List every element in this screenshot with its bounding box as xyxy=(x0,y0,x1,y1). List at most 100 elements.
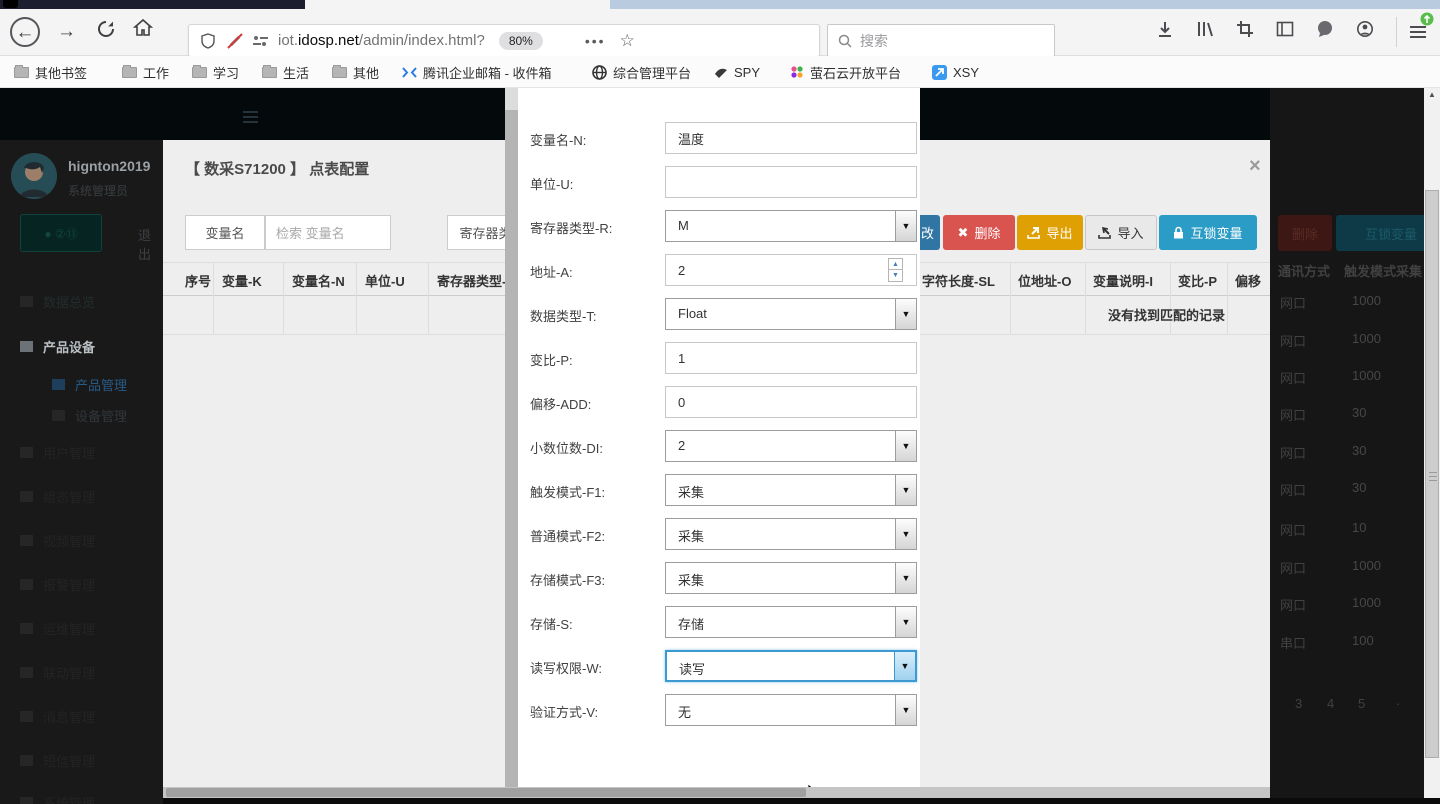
bookmark-mgmt-platform[interactable]: 综合管理平台 xyxy=(592,63,691,81)
chevron-down-icon[interactable]: ▼ xyxy=(895,563,916,593)
import-button[interactable]: 导入 xyxy=(1085,215,1157,250)
bg-delete-button[interactable]: 删除 xyxy=(1278,215,1332,251)
library-button[interactable] xyxy=(1196,20,1214,43)
sidebar-toggle-button[interactable] xyxy=(1276,20,1294,43)
chevron-down-icon[interactable]: ▼ xyxy=(895,519,916,549)
interlock-button[interactable]: 互锁变量 xyxy=(1159,215,1257,250)
menu-item-alarm-mgmt[interactable]: 报警管理 xyxy=(20,575,95,594)
profile-button[interactable]: ● ②⑬ xyxy=(20,214,102,252)
column-header[interactable]: 序号 xyxy=(185,263,211,297)
screenshot-button[interactable] xyxy=(1236,20,1254,43)
bookmark-ys7-open-platform[interactable]: 萤石云开放平台 xyxy=(790,63,901,81)
panel-scrollbar[interactable] xyxy=(505,88,518,804)
verify-mode-select[interactable]: 无▼ xyxy=(665,694,917,726)
pagination-page[interactable]: 4 xyxy=(1327,696,1334,711)
bookmark-star-icon[interactable]: ☆ xyxy=(620,31,635,51)
ratio-input[interactable] xyxy=(665,342,917,374)
home-button[interactable] xyxy=(133,18,153,43)
sidebar-collapse-button[interactable] xyxy=(243,108,258,126)
bookmark-tencent-mail[interactable]: 腾讯企业邮箱 - 收件箱 xyxy=(402,63,552,81)
pagination-page[interactable]: 3 xyxy=(1295,696,1302,711)
column-header[interactable]: 字符长度-SL xyxy=(922,263,995,297)
offset-input[interactable] xyxy=(665,386,917,418)
search-varname-input[interactable]: 检索 变量名 xyxy=(265,215,391,250)
storage-mode-select[interactable]: 采集▼ xyxy=(665,562,917,594)
menu-item-video-mgmt[interactable]: 视频管理 xyxy=(20,531,95,550)
column-header[interactable]: 变量说明-I xyxy=(1093,263,1153,297)
data-type-select[interactable]: Float▼ xyxy=(665,298,917,330)
reload-button[interactable] xyxy=(97,20,115,43)
normal-mode-select[interactable]: 采集▼ xyxy=(665,518,917,550)
logout-link[interactable]: 退出 xyxy=(138,225,163,263)
v-scroll-thumb[interactable] xyxy=(1425,190,1439,758)
spinner-up-icon[interactable]: ▲ xyxy=(889,259,902,270)
browser-scrollbar[interactable]: ▲ xyxy=(1424,88,1440,798)
menu-item-ops-mgmt[interactable]: 运维管理 xyxy=(20,619,95,638)
menu-item-device-mgmt[interactable]: 设备管理 xyxy=(52,406,127,425)
bookmark-folder-other-bookmarks[interactable]: 其他书签 xyxy=(14,63,87,81)
number-spinner[interactable]: ▲▼ xyxy=(888,258,903,282)
search-box[interactable]: 搜索 xyxy=(827,24,1055,57)
bookmark-spy[interactable]: SPY xyxy=(714,63,760,81)
menu-item-overview[interactable]: 数据总览 xyxy=(20,292,95,311)
bookmark-folder-misc[interactable]: 其他 xyxy=(332,63,379,81)
pagination-page[interactable]: 5 xyxy=(1358,696,1365,711)
downloads-button[interactable] xyxy=(1156,20,1174,43)
trigger-mode-select[interactable]: 采集▼ xyxy=(665,474,917,506)
bookmark-xsy[interactable]: XSY xyxy=(932,63,979,81)
menu-item-message-mgmt[interactable]: 消息管理 xyxy=(20,707,95,726)
column-header[interactable]: 变量名-N xyxy=(292,263,345,297)
unit-input[interactable] xyxy=(665,166,917,198)
bookmark-folder-study[interactable]: 学习 xyxy=(192,63,239,81)
bookmark-folder-life[interactable]: 生活 xyxy=(262,63,309,81)
column-header[interactable]: 偏移 xyxy=(1235,263,1261,297)
account-button[interactable] xyxy=(1356,20,1374,43)
storage-select[interactable]: 存储▼ xyxy=(665,606,917,638)
pocket-button[interactable] xyxy=(1316,20,1334,43)
panel-close-button[interactable]: × xyxy=(1249,156,1261,176)
menu-item-system-mgmt[interactable]: 系统管理 xyxy=(20,793,95,804)
address-input[interactable] xyxy=(665,254,917,286)
chevron-down-icon[interactable]: ▼ xyxy=(895,475,916,505)
zoom-badge[interactable]: 80% xyxy=(499,32,543,50)
column-header[interactable]: 变比-P xyxy=(1178,263,1217,297)
filter-varname-button[interactable]: 变量名 xyxy=(185,215,265,250)
menu-item-product-device[interactable]: 产品设备 xyxy=(20,337,95,356)
scroll-up-arrow-icon[interactable]: ▲ xyxy=(1428,90,1436,99)
chevron-down-icon[interactable]: ▼ xyxy=(895,695,916,725)
alarm-mgmt-icon xyxy=(20,579,33,590)
forward-button[interactable]: → xyxy=(57,22,76,42)
delete-button[interactable]: ✖删除 xyxy=(943,215,1015,250)
menu-item-sms-mgmt[interactable]: 短信管理 xyxy=(20,751,95,770)
bookmark-folder-work[interactable]: 工作 xyxy=(122,63,169,81)
chevron-down-icon[interactable]: ▼ xyxy=(895,299,916,329)
export-button[interactable]: 导出 xyxy=(1017,215,1083,250)
decimals-select[interactable]: 2▼ xyxy=(665,430,917,462)
menu-item-config-mgmt[interactable]: 组态管理 xyxy=(20,487,95,506)
column-header[interactable]: 位地址-O xyxy=(1018,263,1071,297)
column-header[interactable]: 单位-U xyxy=(365,263,405,297)
user-mgmt-icon xyxy=(20,447,33,458)
read-write-select[interactable]: 读写▼ xyxy=(665,650,917,682)
menu-item-user-mgmt[interactable]: 用户管理 xyxy=(20,443,95,462)
register-type-select[interactable]: M▼ xyxy=(665,210,917,242)
page-actions-icon[interactable]: ••• xyxy=(585,33,606,49)
variable-name-input[interactable] xyxy=(665,122,917,154)
chevron-down-icon[interactable]: ▼ xyxy=(895,211,916,241)
active-tab[interactable] xyxy=(305,0,610,9)
column-header[interactable]: 寄存器类型-R xyxy=(437,263,516,297)
pagination-next[interactable]: · xyxy=(1396,696,1400,711)
url-bar[interactable]: iot.idosp.net/admin/index.html? 80% ••• … xyxy=(188,24,820,57)
menu-item-product-mgmt[interactable]: 产品管理 xyxy=(52,375,127,394)
horizontal-scrollbar[interactable] xyxy=(163,787,1270,798)
h-scroll-thumb[interactable] xyxy=(166,788,806,797)
chevron-down-icon[interactable]: ▼ xyxy=(894,652,915,680)
chevron-down-icon[interactable]: ▼ xyxy=(895,607,916,637)
menu-item-linkage-mgmt[interactable]: 联动管理 xyxy=(20,663,95,682)
column-header[interactable]: 变量-K xyxy=(222,263,262,297)
back-button[interactable]: ← xyxy=(10,17,40,47)
spinner-down-icon[interactable]: ▼ xyxy=(889,270,902,281)
search-input[interactable]: 搜索 xyxy=(860,31,888,51)
user-avatar[interactable] xyxy=(11,153,57,199)
chevron-down-icon[interactable]: ▼ xyxy=(895,431,916,461)
